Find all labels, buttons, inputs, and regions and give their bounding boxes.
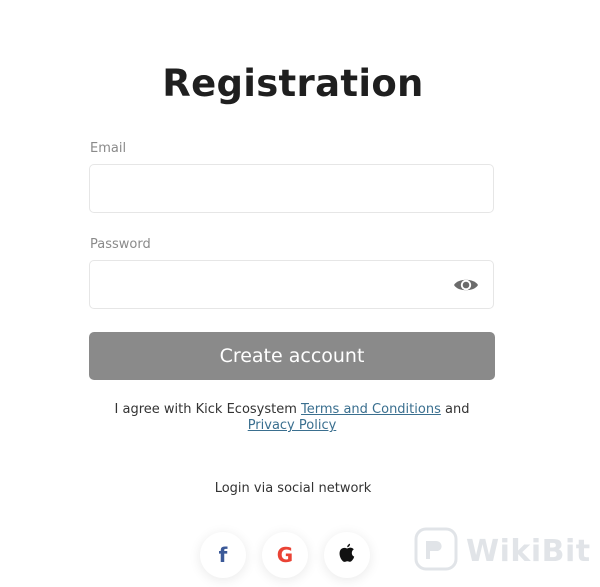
eye-icon[interactable] <box>453 276 479 294</box>
watermark-text: WikiBit <box>466 533 591 569</box>
privacy-policy-link[interactable]: Privacy Policy <box>248 418 337 433</box>
agreement-and: and <box>440 402 470 417</box>
wikibit-logo-icon <box>414 527 458 575</box>
facebook-login-button[interactable]: f <box>200 532 246 578</box>
google-login-button[interactable]: G <box>262 532 308 578</box>
apple-icon <box>338 543 356 567</box>
terms-agreement: I agree with Kick Ecosystem Terms and Co… <box>96 402 488 434</box>
terms-link[interactable]: Terms and Conditions <box>301 402 441 417</box>
password-field-container <box>89 260 494 309</box>
agreement-prefix: I agree with Kick Ecosystem <box>114 402 302 417</box>
apple-login-button[interactable] <box>324 532 370 578</box>
social-login-label: Login via social network <box>214 481 372 496</box>
email-label: Email <box>90 141 127 156</box>
email-input[interactable] <box>90 165 493 212</box>
create-account-button[interactable]: Create account <box>89 332 495 380</box>
page-title: Registration <box>162 62 424 105</box>
password-label: Password <box>90 237 151 252</box>
facebook-icon: f <box>218 543 228 567</box>
email-field-container <box>89 164 494 213</box>
google-icon: G <box>276 543 294 567</box>
password-input[interactable] <box>90 261 493 308</box>
wikibit-watermark: WikiBit <box>414 526 591 576</box>
